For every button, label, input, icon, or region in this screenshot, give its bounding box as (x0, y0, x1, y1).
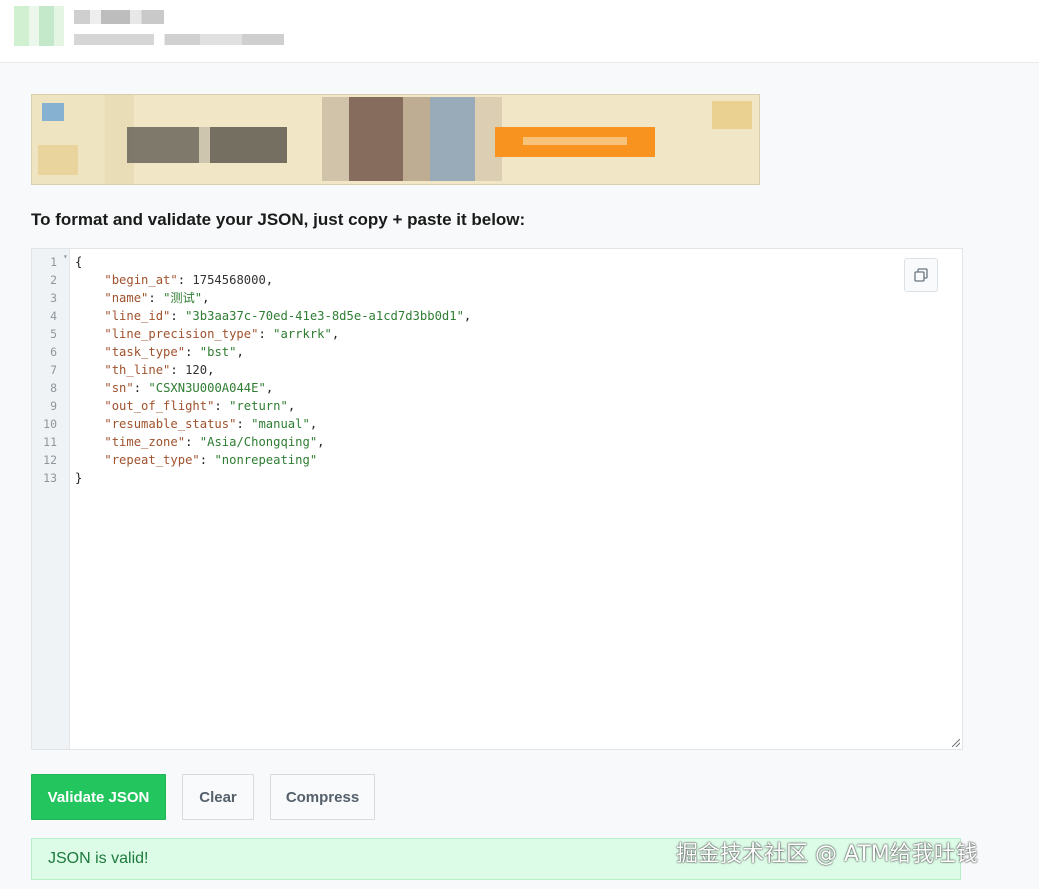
json-value: "nonrepeating" (214, 453, 318, 467)
json-colon: : (214, 399, 230, 413)
ad-graphic (42, 103, 64, 121)
ad-banner[interactable] (31, 94, 760, 185)
json-colon: : (148, 291, 164, 305)
line-number: 6 (50, 345, 57, 359)
code-line: "resumable_status": "manual", (75, 415, 317, 433)
json-key: "line_precision_type" (104, 327, 259, 341)
code-line: "line_precision_type": "arrkrk", (75, 325, 339, 343)
ad-graphic (127, 127, 287, 163)
code-line: "name": "测试", (75, 289, 209, 307)
json-key: "line_id" (104, 309, 171, 323)
json-value: "return" (229, 399, 288, 413)
line-number: 10 (43, 417, 57, 431)
line-number: 3 (50, 291, 57, 305)
json-value: "bst" (199, 345, 237, 359)
json-key: "time_zone" (104, 435, 186, 449)
json-value: "CSXN3U000A044E" (148, 381, 266, 395)
json-colon: : (199, 453, 215, 467)
json-value: "3b3aa37c-70ed-41e3-8d5e-a1cd7d3bb0d1" (185, 309, 464, 323)
json-comma: , (317, 435, 325, 449)
json-key: "repeat_type" (104, 453, 200, 467)
code-line: "out_of_flight": "return", (75, 397, 295, 415)
copy-button[interactable] (904, 258, 938, 292)
ad-image (322, 97, 502, 181)
site-tagline-blurred (74, 34, 284, 45)
line-number: 11 (43, 435, 57, 449)
json-comma: , (265, 273, 274, 287)
json-comma: , (309, 417, 318, 431)
code-line: "time_zone": "Asia/Chongqing", (75, 433, 325, 451)
json-colon: : (170, 363, 186, 377)
json-colon: : (236, 417, 252, 431)
code-line: "th_line": 120, (75, 361, 214, 379)
compress-button[interactable]: Compress (270, 774, 375, 820)
json-key: "name" (104, 291, 149, 305)
line-number: 13 (43, 471, 57, 485)
json-key: "sn" (104, 381, 134, 395)
site-logo-icon[interactable] (14, 6, 64, 46)
site-name-blurred (74, 10, 164, 24)
code-line: } (75, 469, 82, 487)
json-colon: : (185, 435, 200, 449)
line-number: 2 (50, 273, 57, 287)
code-line: "sn": "CSXN3U000A044E", (75, 379, 273, 397)
ad-cta-button[interactable] (495, 127, 655, 157)
open-brace: { (75, 255, 83, 269)
json-key: "task_type" (104, 345, 186, 359)
json-comma: , (236, 345, 244, 359)
clear-button[interactable]: Clear (182, 774, 254, 820)
json-key: "resumable_status" (104, 417, 237, 431)
line-number: 5 (50, 327, 57, 341)
code-line: "task_type": "bst", (75, 343, 244, 361)
line-number: 1 (50, 255, 57, 269)
line-number: 4 (50, 309, 57, 323)
line-number: 8 (50, 381, 57, 395)
fold-toggle-icon[interactable]: ▾ (63, 252, 68, 261)
ad-graphic (712, 101, 752, 129)
json-value: "arrkrk" (273, 327, 332, 341)
watermark-text: 掘金技术社区 @ ATM给我吐钱 (676, 842, 978, 867)
resize-handle[interactable] (952, 739, 960, 747)
json-value: 120 (185, 363, 208, 377)
line-number-gutter: ▾ 1 2 3 4 5 6 7 8 9 10 11 12 13 (32, 249, 70, 749)
json-comma: , (202, 291, 210, 305)
code-line: "begin_at": 1754568000, (75, 271, 273, 289)
json-colon: : (170, 309, 186, 323)
json-comma: , (287, 399, 296, 413)
json-value: "Asia/Chongqing" (199, 435, 318, 449)
json-comma: , (265, 381, 274, 395)
json-comma: , (463, 309, 472, 323)
json-colon: : (177, 273, 193, 287)
line-number: 7 (50, 363, 57, 377)
ad-graphic (38, 145, 78, 175)
json-comma: , (207, 363, 215, 377)
code-line: { (75, 253, 82, 271)
top-bar (0, 0, 1039, 63)
json-key: "th_line" (104, 363, 171, 377)
code-line: "repeat_type": "nonrepeating" (75, 451, 317, 469)
line-number: 12 (43, 453, 57, 467)
validate-json-button[interactable]: Validate JSON (31, 774, 166, 820)
json-colon: : (185, 345, 200, 359)
json-value: 1754568000 (192, 273, 266, 287)
code-line: "line_id": "3b3aa37c-70ed-41e3-8d5e-a1cd… (75, 307, 471, 325)
json-value: "测试" (163, 291, 203, 305)
validation-status-text: JSON is valid! (48, 850, 149, 867)
json-editor[interactable]: ▾ 1 2 3 4 5 6 7 8 9 10 11 12 13 { "begin_at": 175456… (31, 248, 963, 750)
json-key: "begin_at" (104, 273, 178, 287)
page-instruction: To format and validate your JSON, just c… (31, 210, 526, 229)
json-comma: , (331, 327, 340, 341)
line-number: 9 (50, 399, 57, 413)
copy-icon (914, 268, 928, 282)
json-key: "out_of_flight" (104, 399, 215, 413)
close-brace: } (75, 471, 83, 485)
json-colon: : (258, 327, 274, 341)
json-colon: : (133, 381, 149, 395)
json-value: "manual" (251, 417, 310, 431)
